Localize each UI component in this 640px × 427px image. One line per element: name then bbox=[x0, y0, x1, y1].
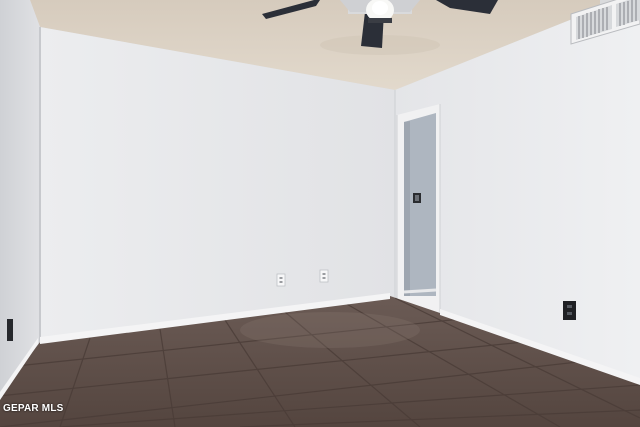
right-wall-outlet bbox=[563, 301, 576, 320]
left-wall bbox=[0, 0, 40, 395]
floor-sheen bbox=[240, 312, 420, 348]
mls-watermark: GEPAR MLS bbox=[3, 403, 64, 414]
back-wall-outlet-1 bbox=[276, 273, 286, 287]
back-wall-outlet-2 bbox=[319, 269, 329, 283]
left-wall-outlet bbox=[7, 319, 13, 341]
room-illustration bbox=[0, 0, 640, 427]
room-photo: GEPAR MLS bbox=[0, 0, 640, 427]
doorway bbox=[396, 104, 441, 313]
